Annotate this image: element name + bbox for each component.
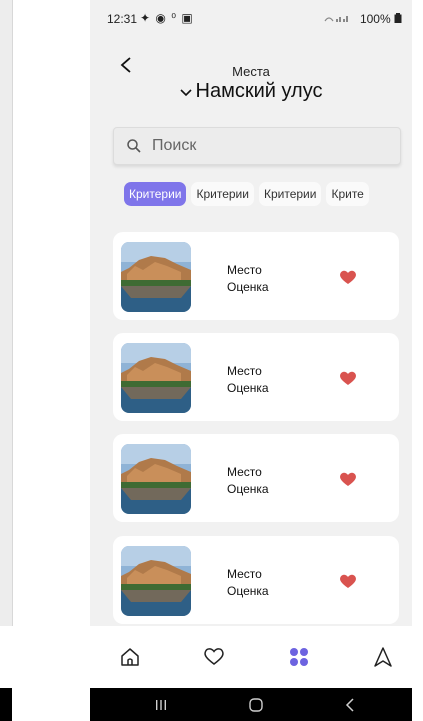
home-system-icon[interactable] bbox=[246, 696, 266, 714]
chevron-down-icon bbox=[179, 80, 192, 103]
place-image bbox=[121, 444, 191, 514]
favorite-heart-icon[interactable] bbox=[339, 471, 357, 487]
place-rating: Оценка bbox=[227, 584, 269, 598]
battery-percent: 100% bbox=[359, 12, 391, 26]
place-name: Место bbox=[227, 263, 262, 277]
status-right: 100% bbox=[324, 12, 402, 26]
recent-apps-icon[interactable] bbox=[151, 696, 171, 714]
criteria-chips: Критерии Критерии Критерии Крите bbox=[124, 182, 412, 208]
place-card[interactable]: Место Оценка bbox=[113, 333, 399, 421]
place-card[interactable]: Место Оценка bbox=[113, 536, 399, 624]
status-bar: 12:31 ✦ ◉ ⁰ ▣ 100% bbox=[90, 0, 412, 34]
place-rating: Оценка bbox=[227, 381, 269, 395]
place-image bbox=[121, 343, 191, 413]
heart-outline-icon[interactable] bbox=[203, 646, 227, 670]
place-name: Место bbox=[227, 364, 262, 378]
place-card[interactable]: Место Оценка bbox=[113, 232, 399, 320]
chip-criteria-3[interactable]: Критерии bbox=[258, 182, 322, 206]
favorite-heart-icon[interactable] bbox=[339, 573, 357, 589]
page-title: Намский улус bbox=[195, 80, 323, 103]
chip-criteria-2[interactable]: Критерии bbox=[191, 182, 254, 206]
place-name: Место bbox=[227, 465, 262, 479]
page-subtitle: Места bbox=[232, 64, 270, 79]
navigation-arrow-icon[interactable] bbox=[372, 646, 396, 670]
search-icon bbox=[126, 138, 142, 159]
system-navigation-bar bbox=[90, 688, 412, 721]
place-rating: Оценка bbox=[227, 280, 269, 294]
status-notification-icons: ✦ ◉ ⁰ ▣ bbox=[140, 11, 194, 25]
bottom-navigation bbox=[90, 626, 412, 688]
home-icon[interactable] bbox=[119, 646, 143, 670]
chip-criteria-4[interactable]: Крите bbox=[326, 182, 369, 206]
place-card[interactable]: Место Оценка bbox=[113, 434, 399, 522]
region-dropdown[interactable]: Намский улус bbox=[90, 80, 412, 103]
phone-screen: 12:31 ✦ ◉ ⁰ ▣ 100% Места Намский улус Кр… bbox=[90, 0, 412, 721]
search-input[interactable] bbox=[152, 134, 382, 158]
place-rating: Оценка bbox=[227, 482, 269, 496]
place-image bbox=[121, 546, 191, 616]
chip-criteria-1[interactable]: Критерии bbox=[124, 182, 187, 206]
battery-icon bbox=[394, 12, 402, 26]
favorite-heart-icon[interactable] bbox=[339, 269, 357, 285]
status-time: 12:31 bbox=[107, 12, 138, 26]
search-bar[interactable] bbox=[113, 127, 401, 165]
left-edge-black-bar bbox=[0, 688, 12, 721]
grid-dots-icon[interactable] bbox=[288, 646, 312, 670]
favorite-heart-icon[interactable] bbox=[339, 370, 357, 386]
place-name: Место bbox=[227, 567, 262, 581]
left-edge-panel bbox=[0, 0, 13, 626]
back-system-icon[interactable] bbox=[340, 696, 360, 714]
place-image bbox=[121, 242, 191, 312]
signal-icon bbox=[324, 12, 357, 26]
